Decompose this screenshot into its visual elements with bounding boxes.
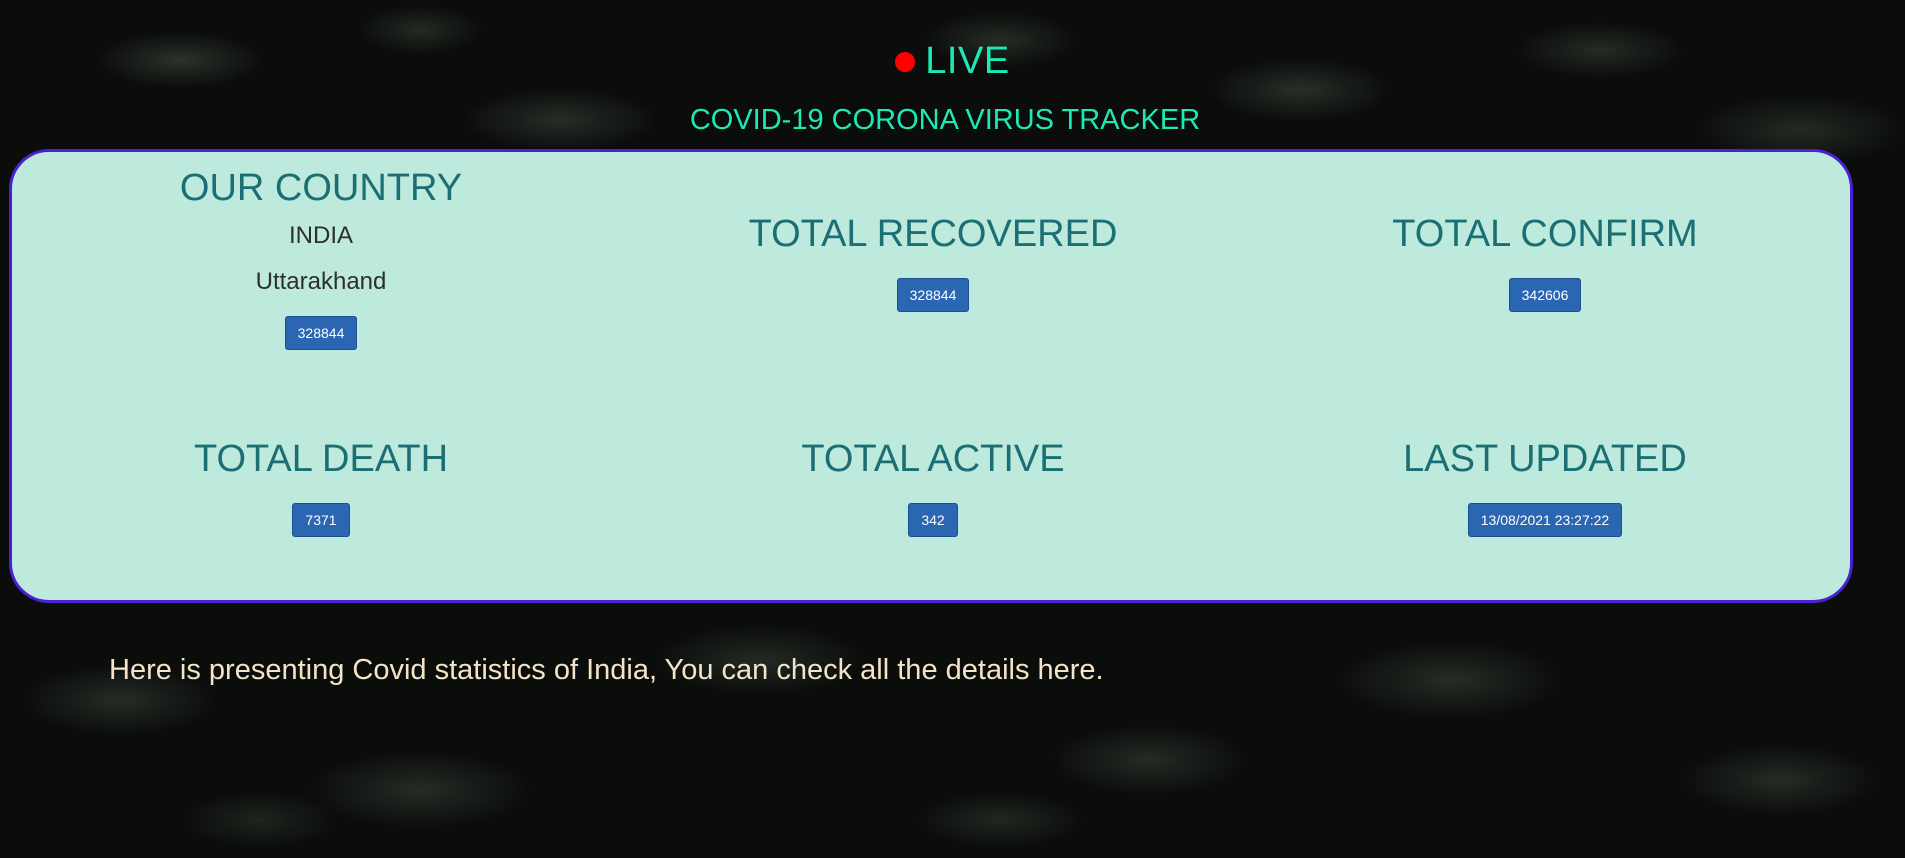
- live-dot-icon: [895, 51, 916, 72]
- country-name: INDIA: [288, 222, 353, 249]
- live-indicator: LIVE: [0, 40, 1905, 90]
- death-section: TOTAL DEATH 7371: [15, 437, 627, 537]
- recovered-value-button[interactable]: 328844: [896, 278, 970, 312]
- recovered-heading: TOTAL RECOVERED: [748, 213, 1118, 255]
- death-heading: TOTAL DEATH: [193, 438, 449, 480]
- state-name: Uttarakhand: [255, 268, 387, 295]
- updated-heading: LAST UPDATED: [1403, 438, 1687, 480]
- updated-value-button[interactable]: 13/08/2021 23:27:22: [1467, 503, 1623, 537]
- state-recovered-button[interactable]: 328844: [284, 316, 358, 350]
- active-value-button[interactable]: 342: [908, 503, 958, 537]
- death-value-button[interactable]: 7371: [292, 503, 350, 537]
- page-title: COVID-19 CORONA VIRUS TRACKER: [689, 104, 1201, 136]
- live-label: LIVE: [925, 40, 1010, 82]
- updated-section: LAST UPDATED 13/08/2021 23:27:22: [1239, 437, 1851, 537]
- stats-card: OUR COUNTRY INDIA Uttarakhand 328844 TOT…: [9, 149, 1853, 603]
- confirm-section: TOTAL CONFIRM 342606: [1239, 212, 1851, 312]
- active-section: TOTAL ACTIVE 342: [627, 437, 1239, 537]
- recovered-section: TOTAL RECOVERED 328844: [627, 212, 1239, 312]
- active-heading: TOTAL ACTIVE: [801, 438, 1065, 480]
- description-text: Here is presenting Covid statistics of I…: [109, 654, 1104, 686]
- country-section: OUR COUNTRY INDIA Uttarakhand 328844: [15, 166, 627, 350]
- confirm-value-button[interactable]: 342606: [1508, 278, 1582, 312]
- country-heading: OUR COUNTRY: [179, 167, 463, 209]
- confirm-heading: TOTAL CONFIRM: [1392, 213, 1698, 255]
